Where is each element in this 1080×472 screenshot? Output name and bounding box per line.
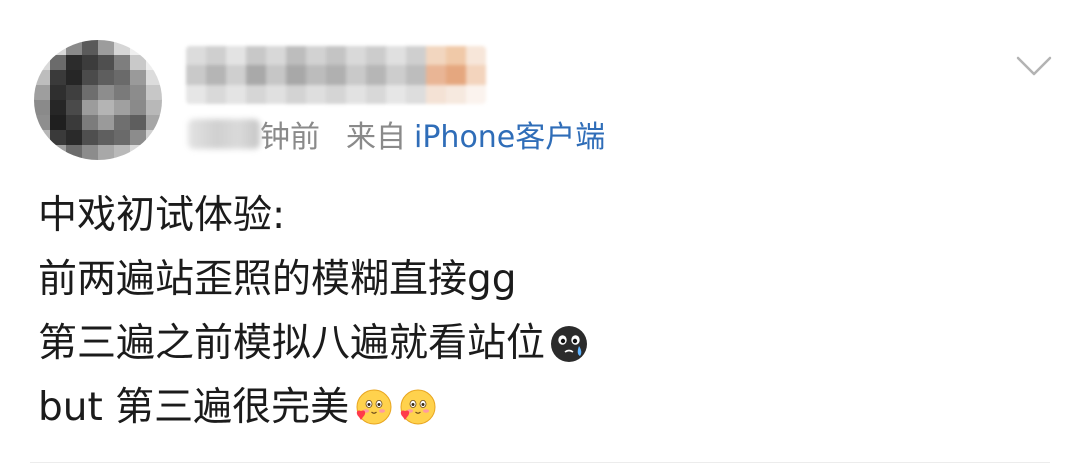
heart-cheeks-emoji-icon [400, 389, 436, 425]
post-line: but 第三遍很完美 [38, 376, 1038, 440]
source-label: 来自 [346, 120, 406, 155]
post-line: 前两遍站歪照的模糊直接gg [38, 248, 1038, 312]
crying-face-emoji-icon [551, 326, 588, 362]
post-line-text: but 第三遍很完美 [38, 385, 350, 430]
post-meta: 钟前 来自 iPhone客户端 [188, 112, 605, 156]
heart-cheeks-emoji-icon [356, 389, 392, 425]
post-time: 钟前 [260, 120, 320, 155]
post-line: 第三遍之前模拟八遍就看站位 [38, 312, 1038, 376]
chevron-down-icon[interactable] [1014, 52, 1054, 82]
post-line-text: 中戏初试体验: [38, 193, 286, 238]
post-line-text: 第三遍之前模拟八遍就看站位 [38, 321, 546, 366]
divider [30, 462, 1050, 463]
post-line: 中戏初试体验: [38, 184, 1038, 248]
username[interactable] [186, 46, 486, 104]
post-content: 中戏初试体验: 前两遍站歪照的模糊直接gg 第三遍之前模拟八遍就看站位 but … [38, 184, 1038, 440]
source-client-link[interactable]: iPhone客户端 [414, 112, 605, 156]
post-line-text: 前两遍站歪照的模糊直接gg [38, 257, 517, 302]
blurred-time [188, 119, 260, 149]
avatar[interactable] [34, 40, 162, 160]
weibo-post-card: 钟前 来自 iPhone客户端 中戏初试体验: 前两遍站歪照的模糊直接gg 第三… [0, 0, 1080, 472]
